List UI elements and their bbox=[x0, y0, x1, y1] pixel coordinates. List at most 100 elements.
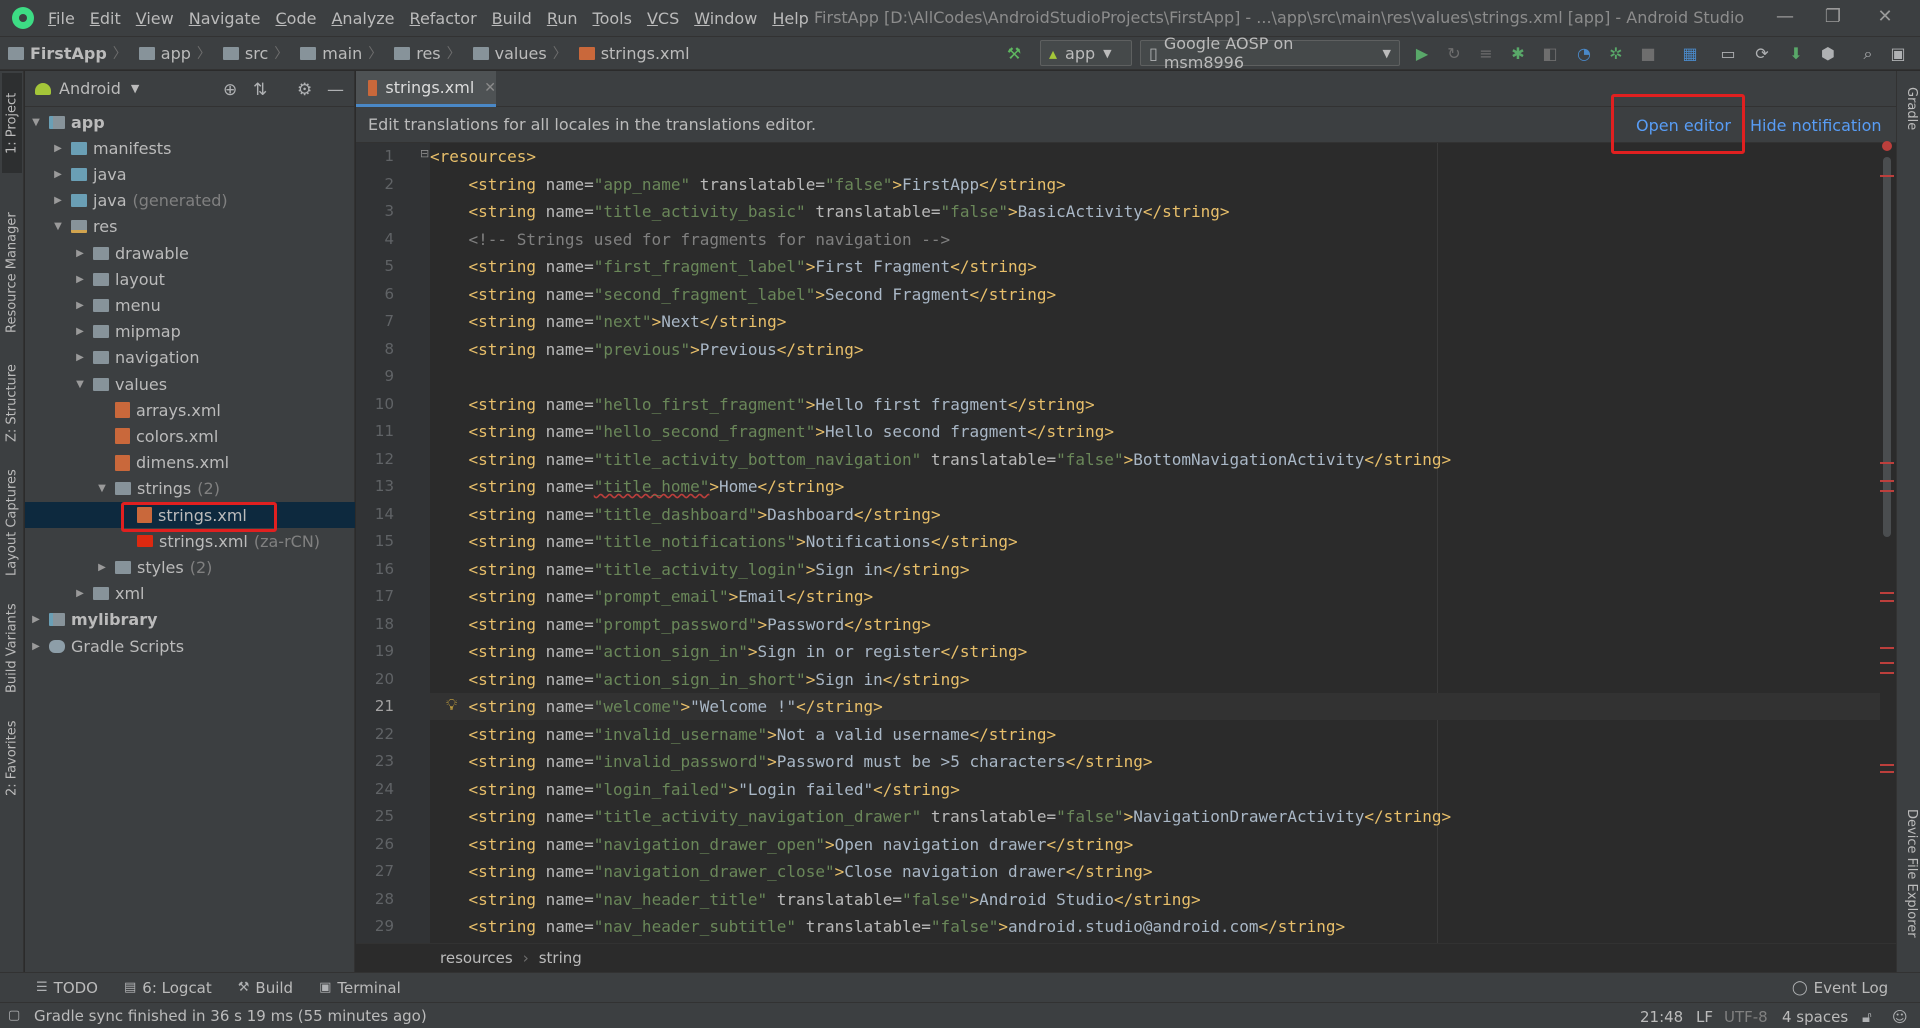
error-marker[interactable] bbox=[1880, 647, 1894, 649]
breadcrumb-item[interactable]: main 〉 bbox=[292, 43, 382, 63]
tree-item[interactable]: ▶ navigation bbox=[25, 345, 355, 371]
tree-item[interactable]: ▼ values bbox=[25, 371, 355, 397]
breadcrumb-item[interactable]: res 〉 bbox=[386, 43, 461, 63]
error-marker[interactable] bbox=[1880, 672, 1894, 674]
error-marker[interactable] bbox=[1880, 600, 1894, 602]
locate-icon[interactable]: ⊕ bbox=[223, 80, 237, 100]
expand-arrow-icon[interactable]: ▼ bbox=[29, 117, 43, 128]
menu-run[interactable]: Run bbox=[547, 9, 578, 28]
error-indicator-icon[interactable] bbox=[1882, 141, 1892, 151]
sync-gradle-icon[interactable]: ⟳ bbox=[1752, 45, 1772, 63]
close-tab-icon[interactable]: ✕ bbox=[484, 80, 496, 96]
close-window-icon[interactable]: ✕ bbox=[1870, 6, 1900, 27]
lock-icon[interactable]: 🔓︎ bbox=[1862, 1008, 1872, 1026]
tree-item[interactable]: ▶ mipmap bbox=[25, 319, 355, 345]
bottom-tool-terminal[interactable]: ▣ Terminal bbox=[319, 979, 401, 997]
breadcrumb-string[interactable]: string bbox=[539, 949, 582, 967]
menu-view[interactable]: View bbox=[136, 9, 174, 28]
tree-item[interactable]: ▼ strings (2) bbox=[25, 476, 355, 502]
apply-changes-icon[interactable]: ↻ bbox=[1444, 45, 1464, 63]
project-view-select[interactable]: Android bbox=[59, 79, 121, 98]
expand-arrow-icon[interactable]: ▼ bbox=[73, 379, 87, 390]
error-marker[interactable] bbox=[1880, 462, 1894, 464]
tab-device-file-explorer[interactable]: Device File Explorer bbox=[1899, 809, 1919, 938]
error-marker[interactable] bbox=[1880, 764, 1894, 766]
menu-vcs[interactable]: VCS bbox=[647, 9, 679, 28]
stop-icon[interactable]: ■ bbox=[1638, 45, 1658, 63]
tree-item[interactable]: ▶ xml bbox=[25, 581, 355, 607]
tree-item[interactable]: ▶ drawable bbox=[25, 240, 355, 266]
event-log-button[interactable]: ◯ Event Log bbox=[1792, 979, 1888, 997]
settings-icon[interactable]: ▣ bbox=[1888, 45, 1908, 63]
tree-item[interactable]: strings.xml (za-rCN) bbox=[25, 528, 355, 554]
tab-build-variants[interactable]: Build Variants bbox=[2, 593, 22, 703]
sdk-manager-icon[interactable]: ⬇ bbox=[1786, 45, 1806, 63]
fold-icon[interactable]: ⊟ bbox=[420, 147, 429, 160]
breadcrumb-item[interactable]: values 〉 bbox=[465, 43, 567, 63]
menu-file[interactable]: File bbox=[48, 9, 75, 28]
restore-icon[interactable]: ❐ bbox=[1818, 6, 1848, 27]
tree-item[interactable]: ▶ mylibrary bbox=[25, 607, 355, 633]
menu-analyze[interactable]: Analyze bbox=[331, 9, 394, 28]
menu-navigate[interactable]: Navigate bbox=[189, 9, 261, 28]
project-structure-icon[interactable]: ▦ bbox=[1680, 45, 1700, 63]
error-marker[interactable] bbox=[1880, 662, 1894, 664]
bottom-tool-build[interactable]: ⚒ Build bbox=[238, 979, 293, 997]
tree-item[interactable]: colors.xml bbox=[25, 423, 355, 449]
collapse-arrow-icon[interactable]: ▶ bbox=[73, 352, 87, 363]
layout-inspector-icon[interactable]: ⬢ bbox=[1818, 45, 1838, 63]
breadcrumb-item[interactable]: strings.xml bbox=[571, 44, 690, 63]
tree-item[interactable]: ▶ java (generated) bbox=[25, 188, 355, 214]
breadcrumb-resources[interactable]: resources bbox=[440, 949, 513, 967]
tree-item[interactable]: ▼ app bbox=[25, 109, 355, 135]
breadcrumb-item[interactable]: app 〉 bbox=[131, 43, 211, 63]
collapse-arrow-icon[interactable]: ▶ bbox=[29, 641, 43, 652]
code-editor[interactable]: <resources> <string name="app_name" tran… bbox=[430, 143, 1880, 943]
apply-code-changes-icon[interactable]: ≡ bbox=[1476, 45, 1496, 63]
tree-item[interactable]: strings.xml bbox=[25, 502, 355, 528]
coverage-icon[interactable]: ◧ bbox=[1540, 45, 1560, 63]
tree-item[interactable]: ▶ Gradle Scripts bbox=[25, 633, 355, 659]
editor-scrollbar[interactable] bbox=[1880, 141, 1896, 943]
expand-arrow-icon[interactable]: ▼ bbox=[51, 221, 65, 232]
tab-gradle[interactable]: Gradle bbox=[1899, 87, 1919, 130]
collapse-arrow-icon[interactable]: ▶ bbox=[51, 195, 65, 206]
tree-item[interactable]: ▶ manifests bbox=[25, 135, 355, 161]
menu-window[interactable]: Window bbox=[694, 9, 757, 28]
breadcrumb-item[interactable]: FirstApp 〉 bbox=[0, 43, 127, 63]
tab-resource-manager[interactable]: Resource Manager bbox=[2, 203, 22, 343]
hide-panel-icon[interactable]: — bbox=[327, 80, 344, 100]
collapse-all-icon[interactable]: ⇅ bbox=[253, 80, 267, 100]
menu-help[interactable]: Help bbox=[772, 9, 808, 28]
tab-layout-captures[interactable]: Layout Captures bbox=[2, 463, 22, 583]
menu-tools[interactable]: Tools bbox=[593, 9, 632, 28]
collapse-arrow-icon[interactable]: ▶ bbox=[73, 588, 87, 599]
error-marker[interactable] bbox=[1880, 771, 1894, 773]
search-icon[interactable]: ⌕ bbox=[1858, 45, 1878, 63]
line-separator[interactable]: LF bbox=[1696, 1008, 1713, 1026]
status-message[interactable]: Gradle sync finished in 36 s 19 ms (55 m… bbox=[34, 1007, 427, 1025]
bottom-tool-logcat[interactable]: ▤ 6: Logcat bbox=[124, 979, 212, 997]
error-marker[interactable] bbox=[1880, 592, 1894, 594]
collapse-arrow-icon[interactable]: ▶ bbox=[73, 326, 87, 337]
error-marker[interactable] bbox=[1880, 490, 1894, 492]
run-config-select[interactable]: ▴ app ▼ bbox=[1040, 40, 1132, 66]
collapse-arrow-icon[interactable]: ▶ bbox=[51, 169, 65, 180]
minimize-icon[interactable]: — bbox=[1770, 6, 1800, 27]
chevron-down-icon[interactable]: ▼ bbox=[131, 82, 139, 95]
collapse-arrow-icon[interactable]: ▶ bbox=[73, 300, 87, 311]
tree-item[interactable]: arrays.xml bbox=[25, 397, 355, 423]
profile-icon[interactable]: ◔ bbox=[1574, 45, 1594, 63]
indent-setting[interactable]: 4 spaces bbox=[1782, 1008, 1848, 1026]
breadcrumb-item[interactable]: src 〉 bbox=[215, 43, 288, 63]
tree-item[interactable]: ▼ res bbox=[25, 214, 355, 240]
error-marker[interactable] bbox=[1880, 480, 1894, 482]
gear-icon[interactable]: ⚙ bbox=[297, 80, 312, 100]
open-editor-link[interactable]: Open editor bbox=[1636, 116, 1731, 135]
menu-refactor[interactable]: Refactor bbox=[410, 9, 477, 28]
tree-item[interactable]: ▶ java bbox=[25, 161, 355, 187]
hide-notification-link[interactable]: Hide notification bbox=[1750, 116, 1882, 135]
tree-item[interactable]: ▶ menu bbox=[25, 292, 355, 318]
debug-icon[interactable]: ✱ bbox=[1508, 45, 1528, 63]
collapse-arrow-icon[interactable]: ▶ bbox=[73, 248, 87, 259]
